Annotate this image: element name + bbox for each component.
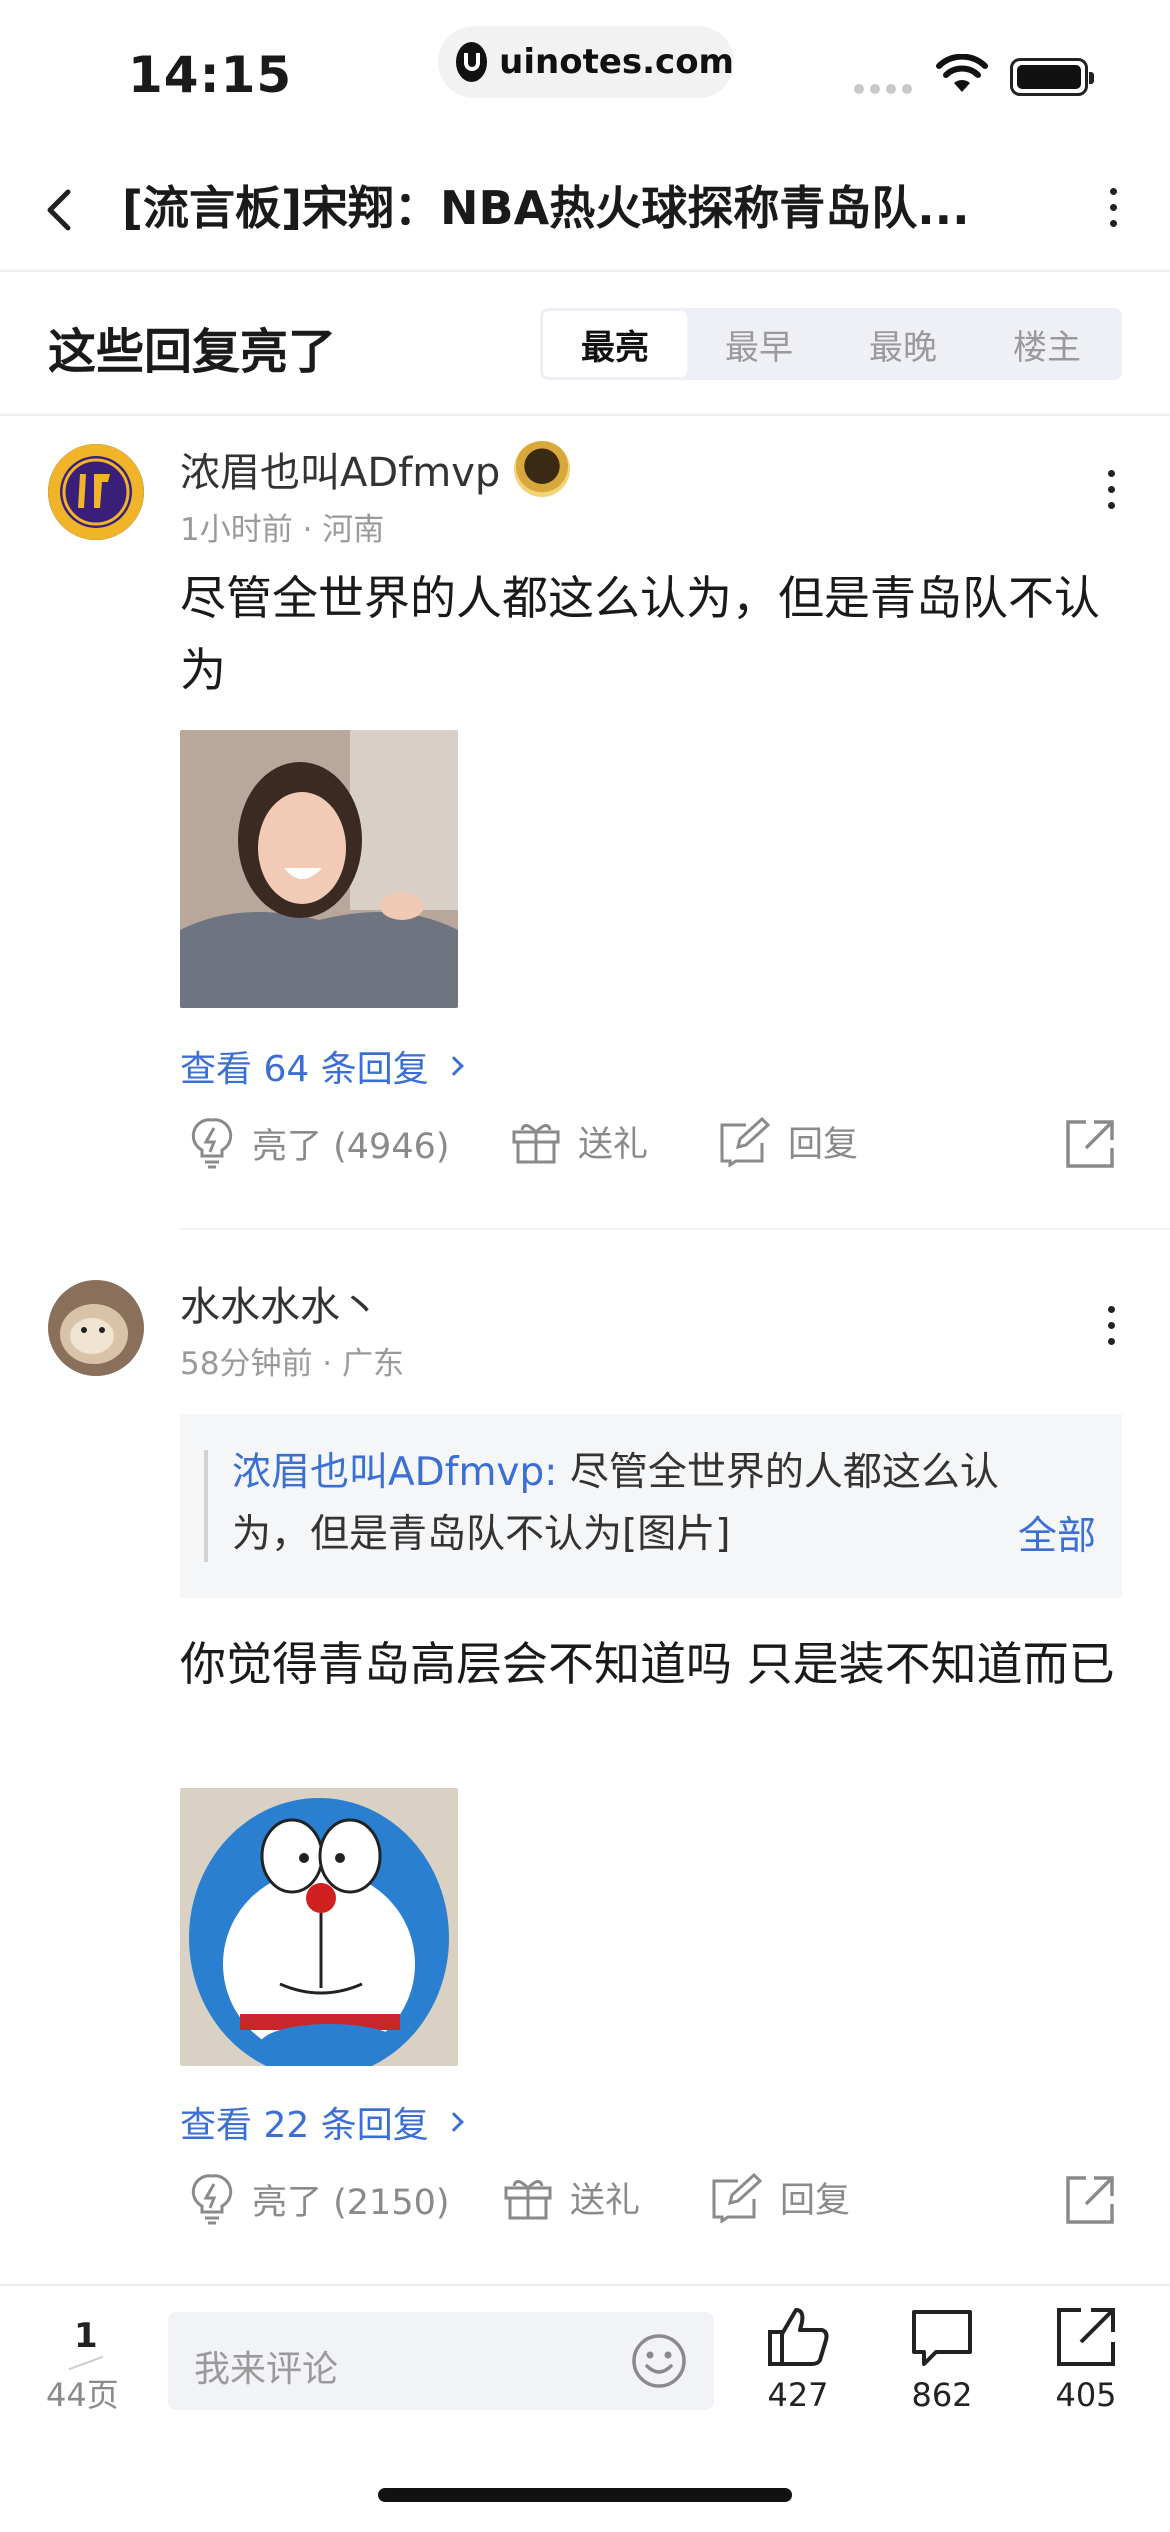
sort-tabs: 最亮 最早 最晚 楼主: [540, 308, 1122, 380]
back-arrow-icon[interactable]: [38, 180, 82, 240]
like-count: 亮了 (4946): [252, 1126, 450, 1167]
url-text: uinotes.com: [499, 42, 734, 82]
reply-button[interactable]: 回复: [708, 2172, 850, 2223]
tab-brightest[interactable]: 最亮: [543, 311, 687, 377]
more-vertical-icon[interactable]: [1108, 1306, 1115, 1345]
comment-meta: 58分钟前 · 广东: [180, 1346, 405, 1382]
page-current: 1: [74, 2316, 98, 2356]
gift-label: 送礼: [578, 1125, 649, 1165]
page-separator: [68, 2355, 104, 2371]
like-post-count: 427: [767, 2376, 829, 2414]
gift-icon: [504, 2179, 552, 2219]
avatar[interactable]: [48, 1280, 144, 1376]
chevron-right-icon: [443, 1056, 464, 1076]
username[interactable]: 浓眉也叫ADfmvp: [180, 440, 571, 498]
comment-placeholder: 我来评论: [194, 2349, 339, 2390]
comment-text: 你觉得青岛高层会不知道吗 只是装不知道而已: [180, 1637, 1115, 1691]
avatar[interactable]: [48, 444, 144, 540]
comment-input[interactable]: 我来评论: [168, 2312, 714, 2410]
quote-text: 浓眉也叫ADfmvp: 尽管全世界的人都这么认为，但是青岛队不认为[图片]: [232, 1442, 1072, 1566]
quote-username[interactable]: 浓眉也叫ADfmvp:: [232, 1450, 557, 1495]
signal-icon: [854, 84, 912, 94]
comment-actions: 亮了 (4946) 送礼 回复: [180, 1116, 1120, 1186]
comment-meta: 1小时前 · 河南: [180, 512, 385, 548]
comment-item: 水水水水丶 58分钟前 · 广东 浓眉也叫ADfmvp: 尽管全世界的人都这么认…: [0, 1250, 1170, 2284]
filter-row: 这些回复亮了 最亮 最早 最晚 楼主: [0, 272, 1170, 416]
username[interactable]: 水水水水丶: [180, 1274, 380, 1332]
view-replies-text: 查看 22 条回复: [180, 2105, 429, 2146]
tab-op[interactable]: 楼主: [975, 311, 1119, 377]
reply-label: 回复: [788, 1125, 859, 1165]
status-time: 14:15: [128, 46, 293, 104]
gift-icon: [512, 1123, 560, 1163]
username-text: 浓眉也叫ADfmvp: [180, 450, 501, 496]
comment-bubble-icon: [912, 2310, 972, 2366]
home-indicator[interactable]: [378, 2488, 792, 2502]
view-replies-link[interactable]: 查看 22 条回复: [180, 2096, 464, 2148]
more-vertical-icon[interactable]: [1110, 188, 1117, 227]
gift-label: 送礼: [570, 2181, 641, 2221]
comment-text: 尽管全世界的人都这么认为，但是青岛队不认为: [180, 571, 1100, 697]
tab-earliest[interactable]: 最早: [687, 311, 831, 377]
comment-item: 浓眉也叫ADfmvp 1小时前 · 河南 尽管全世界的人都这么认为，但是青岛队不…: [0, 416, 1170, 1230]
like-post-button[interactable]: 427: [748, 2306, 848, 2414]
quote-bar: [204, 1450, 208, 1562]
quote-expand-link[interactable]: 全部: [1018, 1506, 1096, 1568]
share-post-button[interactable]: 405: [1036, 2306, 1136, 2414]
url-pill[interactable]: uinotes.com: [438, 26, 734, 98]
nav-bar: [流言板]宋翔：NBA热火球探称青岛队...: [0, 150, 1170, 272]
lightbulb-icon: [191, 2174, 233, 2225]
edit-reply-icon: [712, 2172, 763, 2223]
comment-actions: 亮了 (2150) 送礼 回复: [180, 2172, 1120, 2242]
section-title: 这些回复亮了: [48, 324, 337, 380]
quoted-reply[interactable]: 浓眉也叫ADfmvp: 尽管全世界的人都这么认为，但是青岛队不认为[图片] 全部: [180, 1414, 1122, 1598]
more-vertical-icon[interactable]: [1108, 470, 1115, 509]
shares-count: 405: [1055, 2376, 1117, 2414]
status-bar: 14:15 uinotes.com: [0, 0, 1170, 140]
smiley-icon[interactable]: [630, 2332, 688, 2390]
user-badge-icon: [514, 441, 571, 497]
divider: [180, 1228, 1170, 1230]
username-text: 水水水水丶: [180, 1284, 380, 1330]
edit-reply-icon: [720, 1116, 771, 1167]
chevron-right-icon: [443, 2112, 464, 2132]
share-icon: [1057, 2308, 1115, 2366]
gift-button[interactable]: 送礼: [502, 2172, 640, 2223]
tab-latest[interactable]: 最晚: [831, 311, 975, 377]
like-button[interactable]: 亮了 (4946): [188, 1116, 450, 1170]
page-total: 44页: [46, 2376, 119, 2414]
share-icon[interactable]: [1064, 1118, 1116, 1170]
lightbulb-icon: [191, 1118, 233, 1169]
comment-image[interactable]: [180, 1788, 458, 2066]
view-replies-link[interactable]: 查看 64 条回复: [180, 1040, 464, 1092]
like-button[interactable]: 亮了 (2150): [188, 2172, 450, 2226]
view-replies-text: 查看 64 条回复: [180, 1049, 429, 1090]
reply-button[interactable]: 回复: [716, 1116, 858, 1167]
battery-icon: [1010, 58, 1094, 96]
page-title: [流言板]宋翔：NBA热火球探称青岛队...: [122, 181, 970, 235]
like-count: 亮了 (2150): [252, 2182, 450, 2223]
site-logo-icon: [456, 42, 488, 82]
reply-label: 回复: [780, 2181, 851, 2221]
thumbs-up-icon: [768, 2308, 829, 2366]
comment-image[interactable]: [180, 730, 458, 1008]
comments-count: 862: [911, 2376, 973, 2414]
gift-button[interactable]: 送礼: [510, 1116, 648, 1167]
wifi-icon: [936, 54, 988, 92]
comments-button[interactable]: 862: [892, 2306, 992, 2414]
share-icon[interactable]: [1064, 2174, 1116, 2226]
